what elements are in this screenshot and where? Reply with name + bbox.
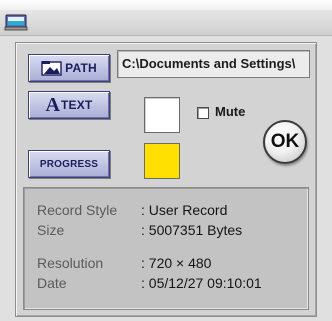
text-color-swatch[interactable] (144, 97, 180, 133)
progress-color-swatch[interactable] (144, 143, 180, 179)
computer-window-icon[interactable] (4, 14, 30, 32)
record-style-value: : User Record (141, 202, 228, 218)
path-field[interactable]: C:\Documents and Settings\ (117, 50, 310, 78)
folder-image-icon (41, 61, 62, 76)
ok-button-label: OK (270, 131, 300, 152)
mute-checkbox[interactable] (197, 107, 209, 119)
letter-a-icon: A (45, 93, 60, 116)
progress-button[interactable]: PROGRESS (28, 150, 110, 178)
text-button[interactable]: A TEXT (28, 91, 110, 119)
title-bar[interactable] (0, 10, 332, 36)
main-panel: PATH C:\Documents and Settings\ A TEXT M… (15, 42, 317, 317)
screen-top-strip (0, 0, 332, 10)
path-button[interactable]: PATH (28, 54, 110, 82)
capture-settings-window: PATH C:\Documents and Settings\ A TEXT M… (0, 10, 332, 321)
size-label: Size (37, 222, 65, 238)
record-info-panel: Record Style : User Record Size : 500735… (23, 187, 309, 310)
ok-button[interactable]: OK (263, 120, 307, 164)
date-value: : 05/12/27 09:10:01 (141, 275, 262, 291)
date-label: Date (37, 275, 67, 291)
mute-label[interactable]: Mute (215, 104, 245, 119)
record-style-label: Record Style (37, 202, 118, 218)
size-value: : 5007351 Bytes (141, 222, 243, 238)
path-button-label: PATH (65, 61, 97, 75)
resolution-label: Resolution (37, 255, 104, 271)
text-button-label: TEXT (60, 98, 93, 112)
progress-button-label: PROGRESS (39, 158, 99, 170)
resolution-value: : 720 × 480 (141, 255, 212, 271)
